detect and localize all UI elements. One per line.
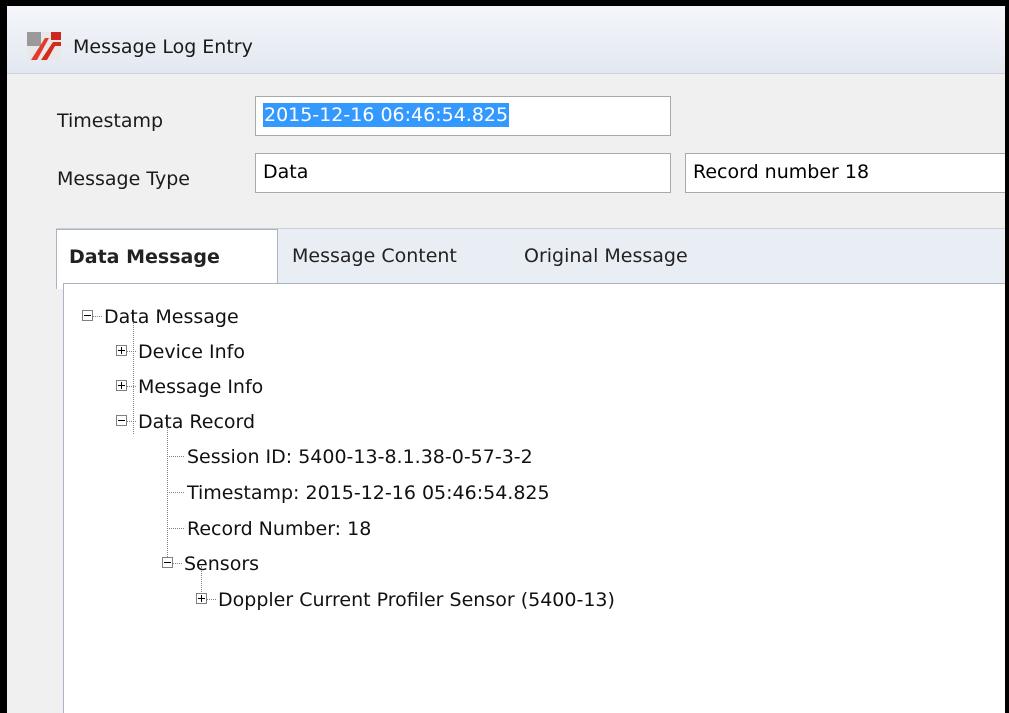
tree-node-label: Doppler Current Profiler Sensor (5400-13…	[218, 589, 615, 611]
tree-node-label: Message Info	[138, 376, 264, 398]
collapse-icon[interactable]	[162, 557, 173, 568]
timestamp-label: Timestamp	[57, 110, 164, 132]
tree-node-label: Sensors	[184, 553, 260, 575]
tree-guide-line	[133, 314, 134, 434]
tree-guide-line	[167, 419, 168, 561]
expand-icon[interactable]	[116, 380, 127, 391]
window-title: Message Log Entry	[73, 36, 253, 58]
tree-connector	[127, 351, 136, 352]
timestamp-field[interactable]: 2015-12-16 06:46:54.825	[255, 96, 671, 136]
tree-connector	[167, 492, 184, 493]
tree-node-label: Timestamp: 2015-12-16 05:46:54.825	[187, 482, 550, 504]
tree-connector	[127, 421, 136, 422]
expand-icon[interactable]	[196, 593, 207, 604]
tree-connector	[127, 386, 136, 387]
app-logo-icon	[27, 32, 61, 60]
tree-node-label: Device Info	[138, 341, 245, 363]
message-type-label: Message Type	[57, 168, 190, 190]
tab-strip: Data Message Message Content Original Me…	[56, 228, 1005, 289]
tab-data-message[interactable]: Data Message	[56, 229, 278, 289]
tree-node-label: Record Number: 18	[187, 518, 372, 540]
expand-icon[interactable]	[116, 345, 127, 356]
tree-node-label: Session ID: 5400-13-8.1.38-0-57-3-2	[187, 446, 533, 468]
tree-node-label: Data Record	[138, 411, 256, 433]
timestamp-value: 2015-12-16 06:46:54.825	[263, 103, 510, 127]
message-log-entry-window: Message Log Entry Timestamp 2015-12-16 0…	[0, 0, 1009, 713]
record-number-field[interactable]: Record number 18	[685, 153, 1005, 193]
collapse-icon[interactable]	[82, 310, 93, 321]
tree-connector	[93, 316, 102, 317]
tree-connector	[167, 456, 184, 457]
tree-connector	[173, 563, 182, 564]
tab-message-content[interactable]: Message Content	[292, 229, 502, 284]
tree-node-label: Data Message	[104, 306, 239, 328]
tab-original-message[interactable]: Original Message	[524, 229, 754, 284]
tree-connector	[207, 599, 216, 600]
tree-view-panel: Data Message Device Info Message Info Da…	[63, 283, 1005, 713]
tree-connector	[167, 528, 184, 529]
message-type-field[interactable]: Data	[255, 153, 671, 193]
title-bar[interactable]: Message Log Entry	[7, 6, 1005, 74]
collapse-icon[interactable]	[116, 415, 127, 426]
